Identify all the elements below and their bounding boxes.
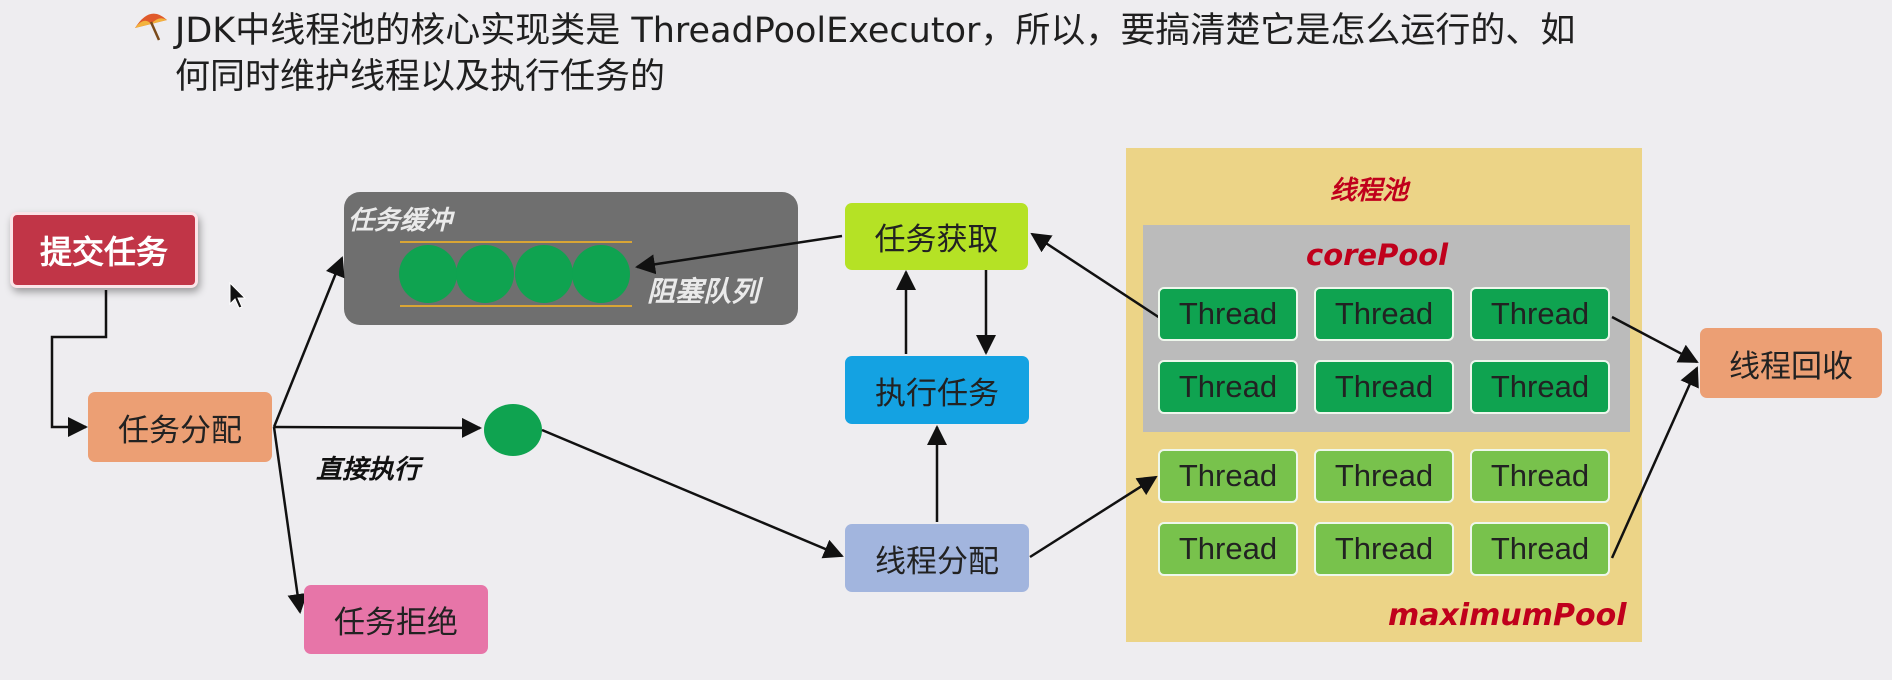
blocking-queue-label: 阻塞队列: [647, 275, 760, 308]
queued-task-circle: [515, 245, 573, 303]
thread-pool-label: 线程池: [1330, 176, 1409, 206]
max-thread: Thread: [1158, 522, 1298, 576]
core-thread: Thread: [1470, 360, 1610, 414]
direct-task-circle: [484, 404, 542, 456]
arrow-fetch-to-queue: [635, 234, 843, 275]
core-thread: Thread: [1158, 360, 1298, 414]
core-thread: Thread: [1314, 287, 1454, 341]
mouse-cursor-icon: [229, 281, 247, 309]
direct-execute-label: 直接执行: [316, 455, 421, 485]
thread-recycle-node: 线程回收: [1700, 328, 1882, 398]
arrow-direct-to-thread-assign: [541, 428, 844, 559]
queued-task-circle: [572, 245, 630, 303]
core-thread: Thread: [1314, 360, 1454, 414]
task-reject-node: 任务拒绝: [304, 585, 488, 654]
arrow-assign-to-reject: [272, 426, 308, 614]
maximum-pool-label: maximumPool: [1388, 598, 1627, 633]
max-thread: Thread: [1314, 522, 1454, 576]
submit-task-node: 提交任务: [10, 212, 198, 288]
core-thread: Thread: [1158, 287, 1298, 341]
arrow-max-thread-to-recycle: [1610, 366, 1699, 559]
max-thread: Thread: [1314, 449, 1454, 503]
max-thread: Thread: [1470, 449, 1610, 503]
arrow-thread-assign-to-pool: [1029, 475, 1158, 559]
task-fetch-node: 任务获取: [845, 203, 1028, 270]
arrow-corepool-to-fetch: [1030, 232, 1161, 320]
core-thread: Thread: [1470, 287, 1610, 341]
arrow-assign-to-buffer: [272, 256, 345, 428]
arrow-assign-to-direct: [273, 417, 482, 438]
arrow-core-thread-to-recycle: [1611, 315, 1699, 364]
core-pool-label: corePool: [1306, 238, 1449, 272]
task-buffer-label: 任务缓冲: [348, 206, 453, 236]
execute-task-node: 执行任务: [845, 356, 1029, 424]
max-thread: Thread: [1470, 522, 1610, 576]
task-assign-node: 任务分配: [88, 392, 272, 462]
queued-task-circle: [399, 245, 457, 303]
thread-assign-node: 线程分配: [845, 524, 1029, 592]
max-thread: Thread: [1158, 449, 1298, 503]
queued-task-circle: [456, 245, 514, 303]
